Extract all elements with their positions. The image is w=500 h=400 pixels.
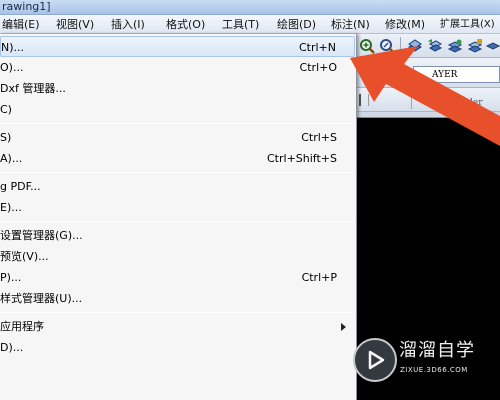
menu-item-shortcut: Ctrl+O (299, 61, 337, 74)
menu-item-shortcut: Ctrl+S (301, 131, 337, 144)
menu-item-label: S) (0, 131, 12, 144)
menu-item-export[interactable]: E)... (0, 197, 355, 218)
menu-view[interactable]: 视图(V) (56, 15, 94, 34)
menu-item-label: g PDF... (0, 180, 41, 193)
menu-edit[interactable]: 编辑(E) (2, 15, 40, 34)
menu-insert[interactable]: 插入(I) (111, 15, 145, 34)
menu-item-label: N)... (1, 41, 25, 54)
menu-item-save-as[interactable]: A)... Ctrl+Shift+S (0, 148, 355, 169)
menu-item-label: 预览(V)... (0, 250, 49, 263)
menu-item-save[interactable]: S) Ctrl+S (0, 127, 355, 148)
submenu-arrow-icon (341, 323, 346, 331)
menu-format[interactable]: 格式(O) (166, 15, 205, 34)
watermark-url: ZIXUE.3D66.COM (400, 366, 468, 374)
menu-separator (0, 221, 355, 222)
menu-item-new[interactable]: N)... Ctrl+N (0, 36, 355, 57)
menu-item-label: A)... (0, 152, 23, 165)
menu-item-label: D)... (0, 341, 24, 354)
title-bar: rawing1] (0, 0, 500, 15)
menu-separator (0, 172, 355, 173)
menu-item-export-pdf[interactable]: g PDF... (0, 176, 355, 197)
menu-separator (0, 312, 355, 313)
menu-item-shortcut: Ctrl+N (298, 41, 336, 54)
menu-bar: 编辑(E) 视图(V) 插入(I) 格式(O) 工具(T) 绘图(D) 标注(N… (0, 15, 500, 34)
menu-item-label: O)... (0, 61, 24, 74)
menu-item-page-setup-manager[interactable]: 设置管理器(G)... (0, 225, 355, 246)
watermark-title: 溜溜自学 (399, 340, 475, 361)
menu-item-close[interactable]: C) (0, 99, 355, 120)
menu-item-dxf-manager[interactable]: Dxf 管理器... (0, 78, 355, 99)
menu-modify[interactable]: 修改(M) (385, 15, 425, 34)
menu-item-applications[interactable]: 应用程序 (0, 316, 355, 337)
menu-dimension[interactable]: 标注(N) (331, 15, 370, 34)
menu-item-label: 样式管理器(U)... (0, 292, 83, 305)
menu-item-label: Dxf 管理器... (0, 82, 66, 95)
menu-item-label: E)... (0, 201, 22, 214)
menu-item-open[interactable]: O)... Ctrl+O (0, 57, 355, 78)
menu-separator (0, 123, 355, 124)
menu-item-print[interactable]: P)... Ctrl+P (0, 267, 355, 288)
menu-item-label: P)... (0, 271, 22, 284)
watermark: 溜溜自学 ZIXUE.3D66.COM (353, 336, 474, 386)
menu-extension-tools[interactable]: 扩展工具(X) (440, 15, 495, 34)
menu-item-label: 应用程序 (0, 320, 44, 333)
menu-draw[interactable]: 绘图(D) (277, 15, 316, 34)
play-logo-icon (353, 338, 397, 382)
menu-tools[interactable]: 工具(T) (222, 15, 259, 34)
menu-item-drawing-utilities[interactable]: D)... (0, 337, 355, 358)
menu-item-plot-style-manager[interactable]: 样式管理器(U)... (0, 288, 355, 309)
menu-item-shortcut: Ctrl+P (301, 271, 337, 284)
annotation-arrow-icon (350, 46, 500, 146)
window-title: rawing1] (2, 0, 51, 13)
menu-item-shortcut: Ctrl+Shift+S (267, 152, 337, 165)
file-menu-dropdown: N)... Ctrl+N O)... Ctrl+O Dxf 管理器... C) … (0, 34, 357, 400)
menu-item-label: C) (0, 103, 12, 116)
menu-item-label: 设置管理器(G)... (0, 229, 83, 242)
menu-item-print-preview[interactable]: 预览(V)... (0, 246, 355, 267)
